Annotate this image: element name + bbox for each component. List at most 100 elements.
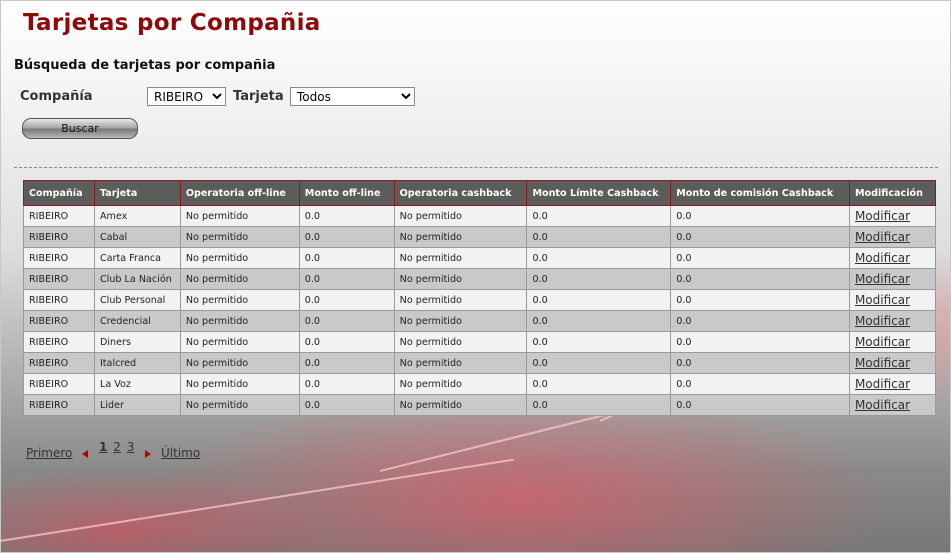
last-page-link[interactable]: Último [161, 446, 200, 460]
modify-link[interactable]: Modificar [855, 314, 910, 328]
cashback-operation-cell: No permitido [393, 289, 528, 311]
section-subtitle: Búsqueda de tarjetas por compañia [14, 58, 276, 73]
table-row: RIBEIRO Club Personal No permitido 0.0 No pe… [23, 289, 937, 311]
cashback-commission-cell: 0.0 [670, 331, 850, 353]
cashback-commission-cell: 0.0 [670, 394, 850, 416]
next-page-arrow-icon[interactable] [145, 449, 152, 458]
cashback-operation-cell: No permitido [393, 394, 528, 416]
modify-link[interactable]: Modificar [855, 230, 910, 244]
company-cell: RIBEIRO [23, 226, 95, 248]
offline-amount-cell: 0.0 [298, 268, 395, 290]
offline-amount-cell: 0.0 [298, 205, 395, 227]
cashback-limit-cell: 0.0 [526, 394, 672, 416]
modify-cell: Modificar [848, 226, 937, 248]
table-row: RIBEIRO Italcred No permitido 0.0 No permiti… [23, 352, 937, 374]
cashback-limit-cell: 0.0 [526, 247, 672, 269]
modify-link[interactable]: Modificar [855, 209, 910, 223]
cashback-operation-cell: No permitido [393, 352, 528, 374]
company-cell: RIBEIRO [23, 331, 95, 353]
card-cell: Club Personal [93, 289, 181, 311]
cashback-commission-cell: 0.0 [670, 373, 850, 395]
column-header: Monto off-line [298, 180, 395, 206]
offline-operation-cell: No permitido [179, 373, 300, 395]
table-row: RIBEIRO Cabal No permitido 0.0 No permitido 0… [23, 226, 937, 248]
modify-cell: Modificar [848, 289, 937, 311]
modify-cell: Modificar [848, 205, 937, 227]
cashback-limit-cell: 0.0 [526, 310, 672, 332]
cashback-operation-cell: No permitido [393, 247, 528, 269]
offline-operation-cell: No permitido [179, 394, 300, 416]
column-header: Monto Límite Cashback [526, 180, 672, 206]
cashback-operation-cell: No permitido [393, 268, 528, 290]
column-header: Operatoria cashback [393, 180, 528, 206]
table-row: RIBEIRO Carta Franca No permitido 0.0 No per… [23, 247, 937, 269]
company-select[interactable]: RIBEIRO [147, 87, 226, 106]
modify-link[interactable]: Modificar [855, 272, 910, 286]
first-page-link[interactable]: Primero [26, 446, 72, 460]
offline-amount-cell: 0.0 [298, 373, 395, 395]
modify-link[interactable]: Modificar [855, 251, 910, 265]
offline-operation-cell: No permitido [179, 268, 300, 290]
offline-operation-cell: No permitido [179, 247, 300, 269]
cashback-commission-cell: 0.0 [670, 289, 850, 311]
table-row: RIBEIRO Lider No permitido 0.0 No permitido 0… [23, 394, 937, 416]
modify-cell: Modificar [848, 352, 937, 374]
company-cell: RIBEIRO [23, 247, 95, 269]
cashback-commission-cell: 0.0 [670, 310, 850, 332]
cashback-operation-cell: No permitido [393, 373, 528, 395]
column-header: Monto de comisión Cashback [670, 180, 850, 206]
results-table: Compañía Tarjeta Operatoria off-line Mon… [23, 180, 937, 416]
modify-cell: Modificar [848, 247, 937, 269]
modify-link[interactable]: Modificar [855, 356, 910, 370]
previous-page-arrow-icon[interactable] [82, 449, 89, 458]
modify-cell: Modificar [848, 310, 937, 332]
card-cell: Carta Franca [93, 247, 181, 269]
cashback-limit-cell: 0.0 [526, 352, 672, 374]
card-select[interactable]: Todos [290, 87, 415, 106]
modify-link[interactable]: Modificar [855, 377, 910, 391]
company-cell: RIBEIRO [23, 352, 95, 374]
modify-link[interactable]: Modificar [855, 398, 910, 412]
table-row: RIBEIRO Amex No permitido 0.0 No permitido 0.… [23, 205, 937, 227]
table-row: RIBEIRO La Voz No permitido 0.0 No permitido… [23, 373, 937, 395]
section-divider [14, 167, 938, 168]
page-link-3[interactable]: 3 [127, 440, 135, 454]
table-row: RIBEIRO Club La Nación No permitido 0.0 No p… [23, 268, 937, 290]
offline-amount-cell: 0.0 [298, 394, 395, 416]
offline-amount-cell: 0.0 [298, 352, 395, 374]
modify-cell: Modificar [848, 394, 937, 416]
table-row: RIBEIRO Credencial No permitido 0.0 No permi… [23, 310, 937, 332]
company-cell: RIBEIRO [23, 373, 95, 395]
offline-operation-cell: No permitido [179, 310, 300, 332]
offline-operation-cell: No permitido [179, 289, 300, 311]
offline-amount-cell: 0.0 [298, 226, 395, 248]
cashback-limit-cell: 0.0 [526, 289, 672, 311]
cashback-operation-cell: No permitido [393, 310, 528, 332]
table-row: RIBEIRO Diners No permitido 0.0 No permitido… [23, 331, 937, 353]
offline-operation-cell: No permitido [179, 331, 300, 353]
search-button[interactable]: Buscar [22, 118, 138, 139]
page-link-1[interactable]: 1 [99, 440, 107, 454]
table-header-row: Compañía Tarjeta Operatoria off-line Mon… [23, 180, 937, 206]
offline-operation-cell: No permitido [179, 226, 300, 248]
cashback-commission-cell: 0.0 [670, 226, 850, 248]
column-header: Operatoria off-line [179, 180, 300, 206]
company-label: Compañía [20, 89, 93, 104]
cashback-limit-cell: 0.0 [526, 226, 672, 248]
modify-link[interactable]: Modificar [855, 335, 910, 349]
card-cell: Club La Nación [93, 268, 181, 290]
offline-operation-cell: No permitido [179, 205, 300, 227]
card-cell: La Voz [93, 373, 181, 395]
company-cell: RIBEIRO [23, 205, 95, 227]
page-link-2[interactable]: 2 [113, 440, 121, 454]
card-cell: Amex [93, 205, 181, 227]
modify-link[interactable]: Modificar [855, 293, 910, 307]
cashback-operation-cell: No permitido [393, 226, 528, 248]
column-header: Compañía [23, 180, 95, 206]
offline-operation-cell: No permitido [179, 352, 300, 374]
modify-cell: Modificar [848, 268, 937, 290]
cashback-limit-cell: 0.0 [526, 331, 672, 353]
card-cell: Italcred [93, 352, 181, 374]
company-cell: RIBEIRO [23, 268, 95, 290]
card-label: Tarjeta [233, 89, 284, 104]
